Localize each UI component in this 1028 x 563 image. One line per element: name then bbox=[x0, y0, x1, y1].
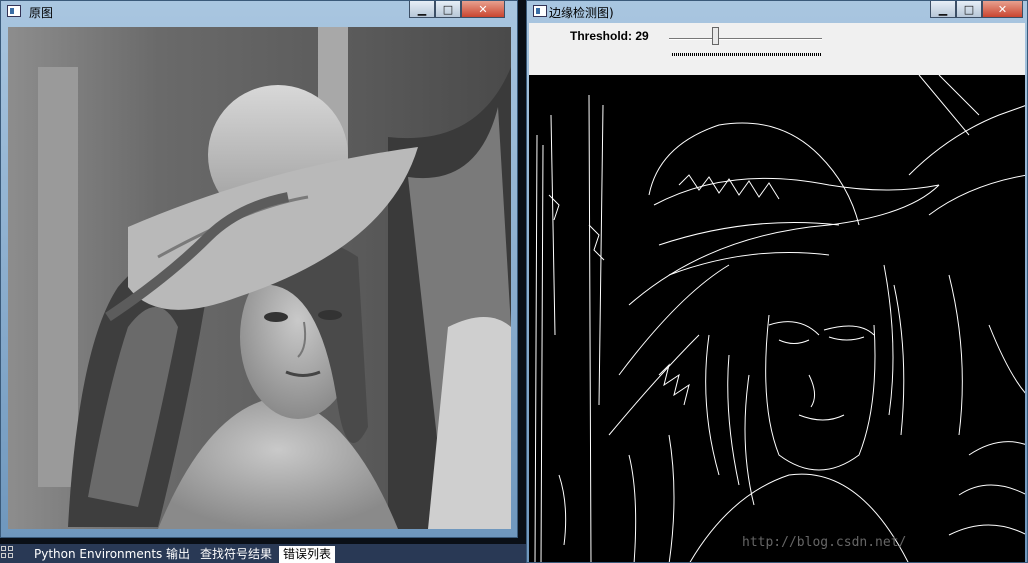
threshold-slider-thumb[interactable] bbox=[712, 27, 719, 45]
threshold-slider-track[interactable] bbox=[669, 38, 822, 40]
trackbar-panel: Threshold: 29 bbox=[529, 23, 1025, 75]
close-icon[interactable]: ✕ bbox=[982, 1, 1023, 18]
close-icon[interactable]: ✕ bbox=[461, 1, 505, 18]
maximize-icon[interactable]: □ bbox=[956, 1, 982, 18]
bottom-panel-tabs: Python Environments 输出 查找符号结果 错误列表 bbox=[0, 544, 526, 563]
tab-find-symbol-results[interactable]: 查找符号结果 bbox=[196, 546, 276, 563]
edge-image bbox=[534, 75, 1025, 562]
watermark: http://blog.csdn.net/ bbox=[742, 535, 907, 550]
app-icon bbox=[533, 5, 547, 17]
original-image bbox=[8, 27, 511, 529]
edge-image-area: Threshold: 29 http://blog.csdn.net/ bbox=[529, 23, 1025, 562]
tab-output[interactable]: 输出 bbox=[162, 546, 194, 563]
original-image-window[interactable]: 原图 ▁ □ ✕ bbox=[0, 0, 518, 538]
threshold-label: Threshold: 29 bbox=[570, 29, 649, 43]
minimize-icon[interactable]: ▁ bbox=[409, 1, 435, 18]
slider-ticks bbox=[672, 53, 822, 56]
edge-detection-window[interactable]: 边缘检测图) ▁ □ ✕ Threshold: 29 http://blog.c… bbox=[526, 0, 1028, 563]
app-icon bbox=[7, 5, 21, 17]
minimize-icon[interactable]: ▁ bbox=[930, 1, 956, 18]
grayscale-photo bbox=[8, 27, 511, 529]
taskbar-grid-icon[interactable] bbox=[1, 546, 15, 560]
tab-python-environments[interactable]: Python Environments bbox=[30, 546, 166, 563]
tab-error-list[interactable]: 错误列表 bbox=[279, 546, 336, 563]
window-title: 原图 bbox=[29, 6, 54, 20]
maximize-icon[interactable]: □ bbox=[435, 1, 461, 18]
window-title: 边缘检测图) bbox=[549, 6, 614, 20]
title-bar[interactable]: 原图 ▁ □ ✕ bbox=[1, 1, 517, 23]
title-bar[interactable]: 边缘检测图) ▁ □ ✕ bbox=[527, 1, 1027, 23]
